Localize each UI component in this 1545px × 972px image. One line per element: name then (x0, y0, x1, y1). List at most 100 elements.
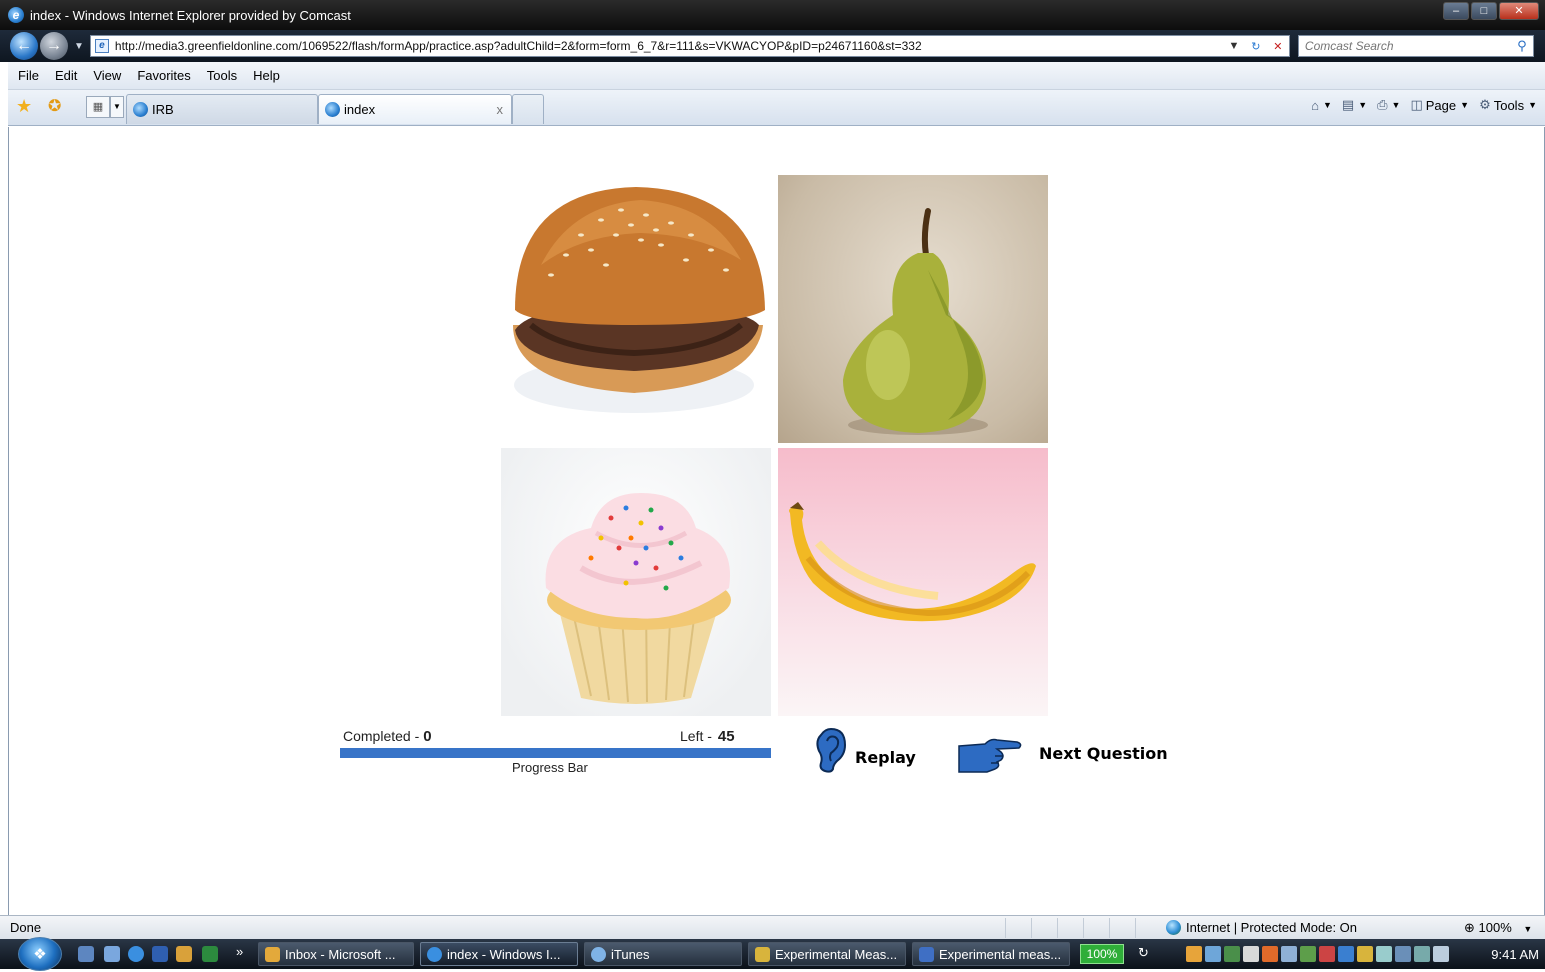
address-bar[interactable]: e http://media3.greenfieldonline.com/106… (89, 35, 1290, 57)
menu-edit[interactable]: Edit (55, 68, 77, 83)
network-icon[interactable]: ↻ (1138, 945, 1149, 961)
search-input[interactable] (1298, 39, 1511, 53)
tab-list-dropdown[interactable]: ▼ (110, 96, 124, 118)
word-icon[interactable] (152, 946, 168, 962)
security-zone[interactable]: Internet | Protected Mode: On (1166, 920, 1357, 935)
banana-image[interactable] (778, 448, 1048, 716)
print-dropdown[interactable]: ▼ (1392, 100, 1401, 110)
zoom-dropdown[interactable]: ▼ (1523, 924, 1532, 934)
taskbar-label: Experimental meas... (939, 946, 1062, 962)
tray-icon[interactable] (1205, 946, 1221, 962)
command-bar: ⌂ ▼ ▤ ▼ ⎙ ▼ ◫ Page ▼ ⚙ Tools ▼ (1301, 97, 1537, 113)
taskbar-label: iTunes (611, 946, 650, 962)
completed-counter: Completed -0 (343, 728, 432, 745)
tray-icon[interactable] (1281, 946, 1297, 962)
tab-irb[interactable]: IRB (126, 94, 318, 124)
back-button[interactable]: ← (10, 32, 38, 60)
cupcake-image[interactable] (501, 448, 771, 716)
menu-file[interactable]: File (18, 68, 39, 83)
taskbar-button-itunes[interactable]: iTunes (584, 942, 742, 966)
tray-icon[interactable] (1395, 946, 1411, 962)
print-icon[interactable]: ⎙ (1377, 97, 1387, 113)
hamburger-image[interactable] (501, 175, 771, 443)
next-question-label: Next Question (1039, 743, 1168, 763)
page-dropdown[interactable]: ▼ (1460, 100, 1469, 110)
add-favorite-icon[interactable]: ✪ (48, 96, 61, 116)
menu-tools[interactable]: Tools (207, 68, 237, 83)
switch-windows-icon[interactable] (104, 946, 120, 962)
tools-menu[interactable]: Tools (1494, 98, 1524, 113)
search-box[interactable]: ⚲ (1297, 35, 1534, 57)
system-tray (1186, 946, 1449, 962)
more-quicklaunch-icon[interactable]: » (236, 944, 243, 959)
page-menu[interactable]: Page (1426, 98, 1456, 113)
show-desktop-icon[interactable] (78, 946, 94, 962)
feeds-dropdown[interactable]: ▼ (1358, 100, 1367, 110)
tray-icon[interactable] (1376, 946, 1392, 962)
url-text[interactable]: http://media3.greenfieldonline.com/10695… (115, 39, 1223, 53)
taskbar-label: index - Windows I... (447, 946, 561, 962)
clock[interactable]: 9:41 AM (1491, 947, 1539, 962)
feeds-icon[interactable]: ▤ (1342, 97, 1354, 113)
favorites-star-icon[interactable]: ★ (16, 96, 32, 117)
next-question-button[interactable]: Next Question (957, 735, 1177, 775)
progress-bar (340, 748, 771, 758)
recent-pages-dropdown[interactable]: ▼ (74, 41, 84, 52)
taskbar-button-index[interactable]: index - Windows I... (420, 942, 578, 966)
status-bar: Done Internet | Protected Mode: On ⊕ 100… (0, 915, 1545, 939)
outlook-icon (265, 946, 280, 962)
taskbar-label: Inbox - Microsoft ... (285, 946, 396, 962)
taskbar-button-experimental-1[interactable]: Experimental Meas... (748, 942, 906, 966)
tray-icon[interactable] (1319, 946, 1335, 962)
close-tab-icon[interactable]: x (497, 102, 504, 117)
new-tab-button[interactable] (512, 94, 544, 124)
close-button[interactable]: ✕ (1499, 2, 1539, 20)
ear-icon (816, 727, 847, 773)
zoom-level: 100% (1478, 919, 1512, 935)
outlook-icon[interactable] (176, 946, 192, 962)
search-icon[interactable]: ⚲ (1511, 38, 1533, 54)
left-value: 45 (717, 728, 735, 745)
tray-icon[interactable] (1414, 946, 1430, 962)
tray-icon[interactable] (1262, 946, 1278, 962)
stop-icon[interactable]: ✕ (1267, 40, 1289, 53)
status-text: Done (10, 920, 42, 935)
window-title: index - Windows Internet Explorer provid… (30, 7, 351, 23)
tab-label: IRB (152, 102, 174, 117)
pear-image[interactable] (778, 175, 1048, 443)
home-dropdown[interactable]: ▼ (1323, 100, 1332, 110)
minimize-button[interactable]: – (1443, 2, 1469, 20)
excel-icon[interactable] (202, 946, 218, 962)
globe-icon (1166, 920, 1181, 935)
tray-icon[interactable] (1357, 946, 1373, 962)
internet-explorer-icon[interactable] (128, 946, 144, 962)
maximize-button[interactable]: □ (1471, 2, 1497, 20)
taskbar-button-inbox[interactable]: Inbox - Microsoft ... (258, 942, 414, 966)
home-icon[interactable]: ⌂ (1311, 98, 1319, 113)
replay-button[interactable]: Replay (815, 725, 935, 775)
itunes-icon (591, 946, 606, 962)
tab-bar: ★ ✪ ▦ ▼ IRB index x ⌂ ▼ ▤ ▼ ⎙ ▼ ◫ Page ▼ ⚙ T… (8, 90, 1545, 126)
internet-explorer-icon (325, 102, 340, 117)
zone-label: Internet | Protected Mode: On (1186, 920, 1358, 935)
taskbar-button-experimental-2[interactable]: Experimental meas... (912, 942, 1070, 966)
tray-icon[interactable] (1300, 946, 1316, 962)
quick-tabs-icon[interactable]: ▦ (86, 96, 110, 118)
tray-icon[interactable] (1186, 946, 1202, 962)
tools-dropdown[interactable]: ▼ (1528, 100, 1537, 110)
battery-indicator[interactable]: 100% (1080, 944, 1124, 964)
refresh-icon[interactable]: ↻ (1245, 40, 1267, 53)
address-dropdown-icon[interactable]: ▼ (1223, 40, 1245, 52)
menu-help[interactable]: Help (253, 68, 280, 83)
tab-index[interactable]: index x (318, 94, 512, 124)
status-panels (1005, 918, 1161, 938)
zoom-control[interactable]: ⊕ 100% ▼ (1464, 920, 1532, 936)
tray-icon[interactable] (1243, 946, 1259, 962)
tray-icon[interactable] (1224, 946, 1240, 962)
forward-button[interactable]: → (40, 32, 68, 60)
start-button[interactable]: ❖ (18, 937, 62, 971)
menu-view[interactable]: View (93, 68, 121, 83)
menu-favorites[interactable]: Favorites (137, 68, 190, 83)
volume-icon[interactable] (1433, 946, 1449, 962)
tray-icon[interactable] (1338, 946, 1354, 962)
